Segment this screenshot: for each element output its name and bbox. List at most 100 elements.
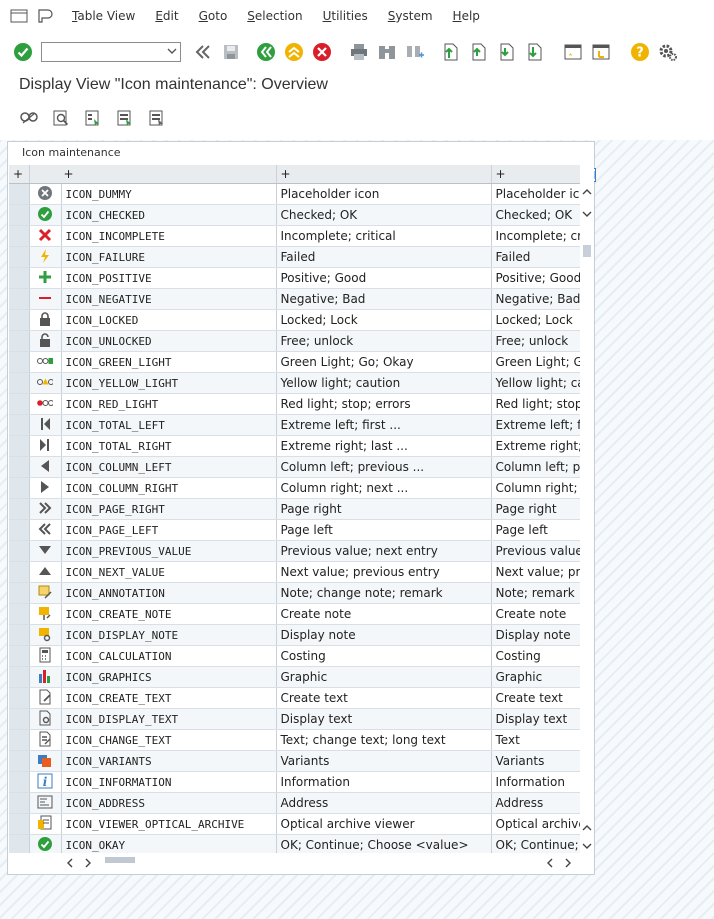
long-text-cell[interactable]: Green Light; Go; Okay [491,351,581,373]
row-selector[interactable] [9,519,30,541]
deselect-all-icon[interactable] [146,107,168,129]
table-row[interactable]: ICON_CHANGE_TEXT Text; change text; long … [9,729,581,751]
short-text-cell[interactable]: Page right [276,498,492,520]
long-text-cell[interactable]: Display note [491,624,581,646]
header-select-all[interactable]: + [9,165,30,184]
short-text-cell[interactable]: Create text [276,687,492,709]
table-row[interactable]: ICON_COLUMN_LEFT Column left; previous ..… [9,456,581,478]
scroll-thumb[interactable] [583,245,591,257]
command-field[interactable] [41,42,181,62]
short-text-cell[interactable]: Column right; next ... [276,477,492,499]
table-row[interactable]: ICON_INCOMPLETE Incomplete; critical Incom… [9,225,581,247]
short-text-cell[interactable]: Display text [276,708,492,730]
help-icon[interactable]: ? [629,41,651,63]
long-text-cell[interactable]: Column right; next ... [491,477,581,499]
long-text-cell[interactable]: Negative; Bad [491,288,581,310]
long-text-cell[interactable]: Display text [491,708,581,730]
row-selector[interactable] [9,813,30,835]
scroll-left-icon[interactable] [65,857,75,871]
header-long-text[interactable]: + [491,165,581,184]
row-selector[interactable] [9,603,30,625]
scroll-down-icon[interactable] [582,209,592,219]
icon-name-cell[interactable]: ICON_FAILURE [61,246,277,268]
scroll-right-icon[interactable] [83,857,93,871]
table-row[interactable]: ICON_TOTAL_RIGHT Extreme right; last ... E… [9,435,581,457]
row-selector[interactable] [9,414,30,436]
short-text-cell[interactable]: Failed [276,246,492,268]
long-text-cell[interactable]: Locked; Lock [491,309,581,331]
short-text-cell[interactable]: Checked; OK [276,204,492,226]
table-row[interactable]: ICON_DUMMY Placeholder icon Placeholder ic… [9,183,581,205]
shortcut-icon[interactable] [590,41,612,63]
scroll-down-icon[interactable] [582,841,592,851]
icon-name-cell[interactable]: ICON_COLUMN_RIGHT [61,477,277,499]
short-text-cell[interactable]: Note; change note; remark [276,582,492,604]
print-icon[interactable] [348,41,370,63]
icon-name-cell[interactable]: ICON_CHANGE_TEXT [61,729,277,751]
long-text-cell[interactable]: Create text [491,687,581,709]
long-text-cell[interactable]: Create note [491,603,581,625]
row-selector[interactable] [9,288,30,310]
short-text-cell[interactable]: Information [276,771,492,793]
scroll-right-icon[interactable] [563,857,573,871]
row-selector[interactable] [9,498,30,520]
row-selector[interactable] [9,708,30,730]
table-row[interactable]: ICON_ANNOTATION Note; change note; remark… [9,582,581,604]
short-text-cell[interactable]: Next value; previous entry [276,561,492,583]
icon-name-cell[interactable]: ICON_GRAPHICS [61,666,277,688]
short-text-cell[interactable]: Address [276,792,492,814]
row-selector[interactable] [9,540,30,562]
scroll-up-icon[interactable] [582,823,592,833]
system-menu-icon[interactable] [10,9,28,23]
short-text-cell[interactable]: Variants [276,750,492,772]
next-page-icon[interactable] [495,41,517,63]
first-page-icon[interactable] [439,41,461,63]
chevron-down-icon[interactable] [167,45,177,60]
long-text-cell[interactable]: Yellow light; caution [491,372,581,394]
short-text-cell[interactable]: Graphic [276,666,492,688]
long-text-cell[interactable]: Extreme right; last ... [491,435,581,457]
icon-name-cell[interactable]: ICON_NEGATIVE [61,288,277,310]
long-text-cell[interactable]: Positive; Good [491,267,581,289]
icon-name-cell[interactable]: ICON_CALCULATION [61,645,277,667]
table-row[interactable]: ICON_CHECKED Checked; OK Checked; OK [9,204,581,226]
back-button[interactable] [255,41,277,63]
display-change-icon[interactable] [18,107,40,129]
menu-goto[interactable]: Goto [189,9,238,23]
table-row[interactable]: ICON_COLUMN_RIGHT Column right; next ... C… [9,477,581,499]
table-row[interactable]: ICON_NEXT_VALUE Next value; previous entr… [9,561,581,583]
short-text-cell[interactable]: Column left; previous ... [276,456,492,478]
exit-button[interactable] [283,41,305,63]
row-selector[interactable] [9,687,30,709]
table-row[interactable]: ICON_UNLOCKED Free; unlock Free; unlock [9,330,581,352]
icon-name-cell[interactable]: ICON_TOTAL_RIGHT [61,435,277,457]
scroll-left-icon[interactable] [545,857,555,871]
save-icon[interactable] [220,41,242,63]
header-icon-name[interactable]: + [29,165,277,184]
menu-edit[interactable]: Edit [145,9,188,23]
vertical-scrollbar[interactable] [580,165,594,853]
table-row[interactable]: ICON_PAGE_LEFT Page left Page left [9,519,581,541]
short-text-cell[interactable]: Extreme right; last ... [276,435,492,457]
icon-name-cell[interactable]: ICON_POSITIVE [61,267,277,289]
long-text-cell[interactable]: Next value; previous entry [491,561,581,583]
long-text-cell[interactable]: Note; remark [491,582,581,604]
long-text-cell[interactable]: Extreme left; first ... [491,414,581,436]
short-text-cell[interactable]: Yellow light; caution [276,372,492,394]
row-selector[interactable] [9,330,30,352]
row-selector[interactable] [9,309,30,331]
short-text-cell[interactable]: Incomplete; critical [276,225,492,247]
long-text-cell[interactable]: Text [491,729,581,751]
new-session-icon[interactable] [562,41,584,63]
icon-name-cell[interactable]: ICON_PREVIOUS_VALUE [61,540,277,562]
row-selector[interactable] [9,624,30,646]
settings-gear-icon[interactable] [657,41,679,63]
find-next-icon[interactable] [404,41,426,63]
table-row[interactable]: ICON_NEGATIVE Negative; Bad Negative; Bad [9,288,581,310]
row-selector[interactable] [9,456,30,478]
icon-name-cell[interactable]: ICON_NEXT_VALUE [61,561,277,583]
icon-name-cell[interactable]: ICON_INFORMATION [61,771,277,793]
short-text-cell[interactable]: OK; Continue; Choose <value> [276,834,492,853]
long-text-cell[interactable]: Graphic [491,666,581,688]
table-row[interactable]: ICON_FAILURE Failed Failed [9,246,581,268]
